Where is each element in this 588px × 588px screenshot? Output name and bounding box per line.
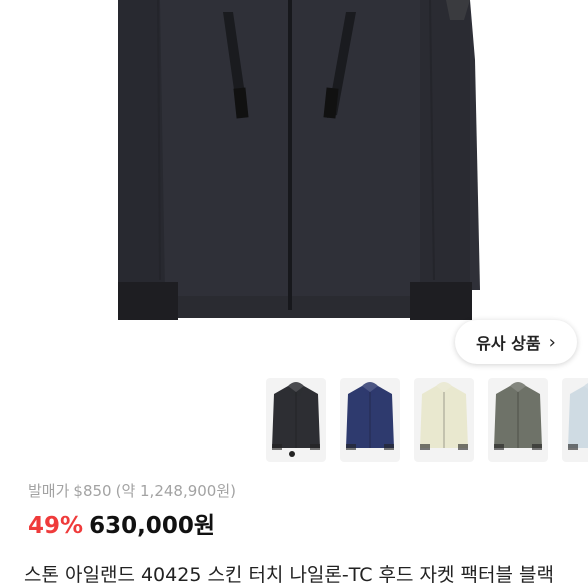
- sale-price-row: 49% 630,000원: [28, 506, 215, 540]
- pager-dot-active: [289, 451, 295, 457]
- product-title: 스톤 아일랜드 40425 스킨 터치 나일론-TC 후드 자켓 팩터블 블랙: [24, 564, 554, 586]
- thumb-olive[interactable]: [488, 378, 548, 462]
- retail-converted: (약 1,248,900원): [115, 482, 237, 500]
- product-main-image[interactable]: 유사 상품 ›: [0, 0, 588, 372]
- chevron-right-icon: ›: [548, 331, 556, 353]
- thumbnail-pager: [289, 451, 295, 457]
- thumb-black[interactable]: [266, 378, 326, 462]
- color-thumbnails: [266, 378, 588, 462]
- discount-rate: 49%: [28, 513, 84, 539]
- thumb-cream[interactable]: [414, 378, 474, 462]
- similar-products-button[interactable]: 유사 상품 ›: [455, 320, 577, 364]
- jacket-illustration: [118, 0, 480, 320]
- similar-products-label: 유사 상품: [476, 334, 541, 353]
- retail-price-row: 발매가 $850 (약 1,248,900원): [28, 480, 240, 501]
- retail-label: 발매가: [28, 482, 70, 500]
- sale-price: 630,000원: [89, 513, 215, 539]
- thumb-navy[interactable]: [340, 378, 400, 462]
- retail-price: $850: [73, 482, 112, 500]
- thumb-lightblue[interactable]: [562, 378, 588, 462]
